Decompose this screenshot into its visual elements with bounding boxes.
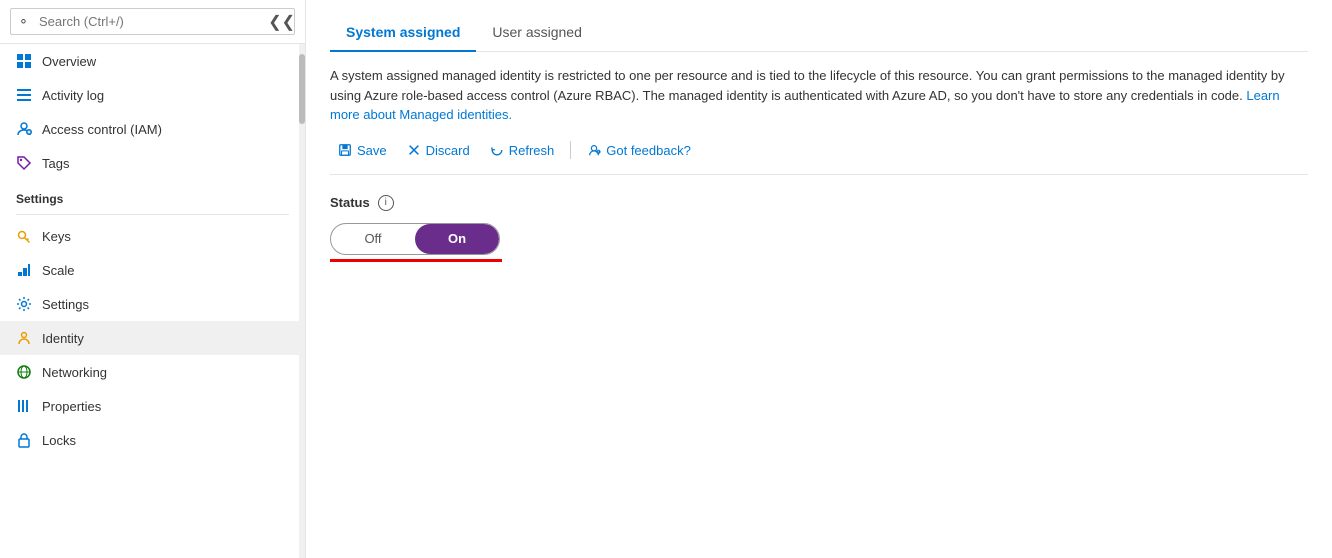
toolbar: Save Discard Refresh (330, 139, 1308, 175)
sidebar-item-networking-label: Networking (42, 365, 107, 380)
sidebar: ⚬ ❮❮ Overview (0, 0, 306, 558)
sidebar-item-keys[interactable]: Keys (0, 219, 305, 253)
sidebar-item-scale[interactable]: Scale (0, 253, 305, 287)
lock-icon (16, 432, 32, 448)
sidebar-scrollbar-thumb (299, 54, 305, 124)
sidebar-item-tags[interactable]: Tags (0, 146, 305, 180)
sidebar-item-networking[interactable]: Networking (0, 355, 305, 389)
settings-section-header: Settings (0, 180, 305, 210)
main-content: System assigned User assigned A system a… (306, 0, 1332, 558)
sidebar-item-activity-log-label: Activity log (42, 88, 104, 103)
refresh-icon (490, 143, 504, 157)
description-main: A system assigned managed identity is re… (330, 68, 1285, 103)
description-text: A system assigned managed identity is re… (330, 66, 1290, 125)
save-button[interactable]: Save (330, 139, 395, 162)
feedback-button[interactable]: ? Got feedback? (579, 139, 699, 162)
settings-divider (16, 214, 289, 215)
person-icon (16, 121, 32, 137)
sidebar-nav: Overview Activity log (0, 44, 305, 558)
sidebar-item-access-control-label: Access control (IAM) (42, 122, 162, 137)
toggle-underline (330, 259, 502, 262)
sidebar-item-overview[interactable]: Overview (0, 44, 305, 78)
collapse-button[interactable]: ❮❮ (268, 12, 295, 32)
sidebar-item-settings[interactable]: Settings (0, 287, 305, 321)
status-row: Status i (330, 195, 1308, 211)
sidebar-item-activity-log[interactable]: Activity log (0, 78, 305, 112)
sidebar-item-properties-label: Properties (42, 399, 101, 414)
properties-icon (16, 398, 32, 414)
sidebar-item-properties[interactable]: Properties (0, 389, 305, 423)
sidebar-item-identity-label: Identity (42, 331, 84, 346)
status-toggle[interactable]: Off On (330, 223, 500, 255)
sidebar-item-scale-label: Scale (42, 263, 75, 278)
svg-text:?: ? (597, 150, 599, 154)
tab-system-assigned[interactable]: System assigned (330, 16, 476, 52)
tag-icon (16, 155, 32, 171)
search-box: ⚬ ❮❮ (0, 0, 305, 44)
tab-user-assigned[interactable]: User assigned (476, 16, 598, 52)
list-icon (16, 87, 32, 103)
sidebar-item-tags-label: Tags (42, 156, 69, 171)
search-icon: ⚬ (18, 14, 29, 30)
identity-icon (16, 330, 32, 346)
search-input[interactable] (10, 8, 295, 35)
discard-icon (407, 143, 421, 157)
status-info-icon[interactable]: i (378, 195, 394, 211)
scale-icon (16, 262, 32, 278)
sidebar-item-access-control[interactable]: Access control (IAM) (0, 112, 305, 146)
gear-icon (16, 296, 32, 312)
feedback-icon: ? (587, 143, 601, 157)
save-icon (338, 143, 352, 157)
tabs-container: System assigned User assigned (330, 16, 1308, 52)
toggle-off-option[interactable]: Off (331, 224, 415, 254)
sidebar-item-overview-label: Overview (42, 54, 96, 69)
key-icon (16, 228, 32, 244)
sidebar-item-keys-label: Keys (42, 229, 71, 244)
sidebar-item-locks[interactable]: Locks (0, 423, 305, 457)
refresh-button[interactable]: Refresh (482, 139, 563, 162)
toggle-on-option[interactable]: On (415, 224, 499, 254)
toolbar-divider (570, 141, 571, 159)
sidebar-scrollbar[interactable] (299, 44, 305, 558)
discard-button[interactable]: Discard (399, 139, 478, 162)
status-label: Status (330, 195, 370, 210)
networking-icon (16, 364, 32, 380)
sidebar-item-identity[interactable]: Identity (0, 321, 305, 355)
sidebar-item-locks-label: Locks (42, 433, 76, 448)
grid-icon (16, 53, 32, 69)
sidebar-item-settings-label: Settings (42, 297, 89, 312)
